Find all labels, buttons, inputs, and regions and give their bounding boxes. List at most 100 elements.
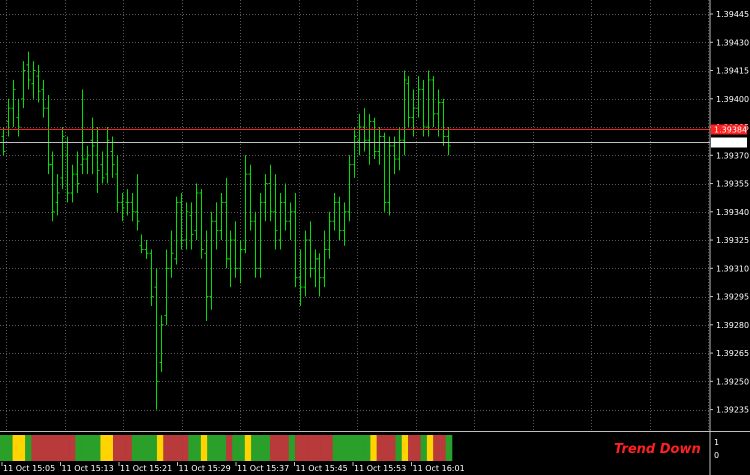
indicator-cell-red bbox=[433, 435, 440, 461]
indicator-cell-green bbox=[345, 435, 352, 461]
indicator-cell-green bbox=[263, 435, 271, 461]
price-tick-label: 1.39250 bbox=[716, 377, 749, 386]
indicator-cell-green bbox=[25, 435, 32, 461]
indicator-cell-red bbox=[301, 435, 308, 461]
time-tick-label: 11 Oct 15:21 bbox=[120, 464, 172, 473]
indicator-cell-green bbox=[332, 435, 340, 461]
time-tick-label: 11 Oct 16:01 bbox=[413, 464, 465, 473]
indicator-cell-green bbox=[219, 435, 227, 461]
indicator-cell-red bbox=[376, 435, 384, 461]
indicator-cell-red bbox=[169, 435, 177, 461]
indicator-cell-red bbox=[269, 435, 277, 461]
bid-price-tag: 1.39384 bbox=[711, 124, 747, 135]
bid-tag-label: 1.39384 bbox=[714, 126, 747, 135]
indicator-cell-green bbox=[238, 435, 246, 461]
indicator-cell-green bbox=[288, 435, 296, 461]
trend-status-label: Trend Down bbox=[614, 442, 701, 457]
ask-tag-label: 1.39377 bbox=[714, 139, 747, 148]
indicator-cell-red bbox=[295, 435, 302, 461]
price-tick-label: 1.39430 bbox=[716, 38, 749, 47]
indicator-cell-red bbox=[163, 435, 170, 461]
price-tick-label: 1.39325 bbox=[716, 236, 749, 245]
indicator-cell-red bbox=[175, 435, 183, 461]
indicator-cell-green bbox=[138, 435, 145, 461]
indicator-cell-red bbox=[69, 435, 76, 461]
indicator-cell-yellow bbox=[18, 435, 26, 461]
indicator-cell-red bbox=[182, 435, 189, 461]
indicator-cell-yellow bbox=[200, 435, 208, 461]
trend-indicator-strip bbox=[0, 435, 453, 461]
time-tick-label: 11 Oct 15:05 bbox=[3, 464, 55, 473]
indicator-cell-green bbox=[339, 435, 346, 461]
indicator-cell-yellow bbox=[401, 435, 409, 461]
indicator-cell-red bbox=[282, 435, 290, 461]
indicator-cell-green bbox=[94, 435, 101, 461]
indicator-cell-red bbox=[31, 435, 38, 461]
price-tick-label: 1.39400 bbox=[716, 95, 749, 104]
indicator-cell-green bbox=[6, 435, 13, 461]
price-tick-label: 1.39445 bbox=[716, 10, 749, 19]
indicator-cell-red bbox=[113, 435, 120, 461]
indicator-cell-green bbox=[213, 435, 221, 461]
indicator-cell-green bbox=[351, 435, 359, 461]
indicator-cell-yellow bbox=[12, 435, 20, 461]
indicator-cell-green bbox=[131, 435, 139, 461]
indicator-cell-red bbox=[62, 435, 70, 461]
time-tick-label: 11 Oct 15:29 bbox=[179, 464, 231, 473]
price-tick-label: 1.39295 bbox=[716, 293, 749, 302]
indicator-cell-green bbox=[0, 435, 7, 461]
price-tick-label: 1.39355 bbox=[716, 180, 749, 189]
indicator-cell-red bbox=[56, 435, 64, 461]
indicator-cell-yellow bbox=[106, 435, 114, 461]
price-tick-label: 1.39280 bbox=[716, 321, 749, 330]
indicator-cell-green bbox=[445, 435, 453, 461]
price-chart[interactable]: 1.394451.394301.394151.394001.393851.393… bbox=[0, 0, 750, 475]
time-tick-label: 11 Oct 15:45 bbox=[296, 464, 348, 473]
indicator-label-top: 1 bbox=[714, 438, 719, 447]
indicator-cell-green bbox=[207, 435, 214, 461]
indicator-cell-red bbox=[320, 435, 327, 461]
indicator-cell-green bbox=[150, 435, 158, 461]
price-tick-label: 1.39370 bbox=[716, 151, 749, 160]
indicator-cell-red bbox=[382, 435, 390, 461]
indicator-cell-red bbox=[389, 435, 396, 461]
ask-price-tag: 1.39377 bbox=[711, 137, 747, 148]
indicator-cell-red bbox=[119, 435, 126, 461]
price-tick-label: 1.39340 bbox=[716, 208, 749, 217]
indicator-cell-red bbox=[313, 435, 321, 461]
indicator-cell-green bbox=[251, 435, 258, 461]
indicator-cell-green bbox=[420, 435, 428, 461]
indicator-cell-yellow bbox=[100, 435, 108, 461]
indicator-cell-green bbox=[395, 435, 403, 461]
indicator-cell-green bbox=[257, 435, 264, 461]
indicator-cell-red bbox=[37, 435, 45, 461]
price-tick-label: 1.39310 bbox=[716, 264, 749, 273]
indicator-cell-green bbox=[194, 435, 202, 461]
indicator-cell-green bbox=[232, 435, 239, 461]
indicator-cell-red bbox=[326, 435, 334, 461]
price-tick-label: 1.39415 bbox=[716, 67, 749, 76]
time-tick-label: 11 Oct 15:13 bbox=[62, 464, 114, 473]
indicator-cell-green bbox=[75, 435, 82, 461]
indicator-cell-red bbox=[50, 435, 57, 461]
indicator-cell-green bbox=[364, 435, 371, 461]
indicator-cell-red bbox=[226, 435, 233, 461]
price-tick-label: 1.39235 bbox=[716, 406, 749, 415]
indicator-cell-red bbox=[43, 435, 51, 461]
price-axis: 1.394451.394301.394151.394001.393851.393… bbox=[710, 10, 749, 415]
indicator-cell-green bbox=[87, 435, 95, 461]
indicator-cell-yellow bbox=[370, 435, 377, 461]
indicator-cell-green bbox=[81, 435, 89, 461]
indicator-cell-yellow bbox=[244, 435, 252, 461]
time-tick-label: 11 Oct 15:37 bbox=[237, 464, 289, 473]
indicator-cell-yellow bbox=[426, 435, 434, 461]
indicator-cell-green bbox=[357, 435, 365, 461]
indicator-cell-red bbox=[307, 435, 315, 461]
indicator-cell-red bbox=[414, 435, 421, 461]
indicator-cell-red bbox=[125, 435, 133, 461]
price-tick-label: 1.39265 bbox=[716, 349, 749, 358]
indicator-cell-red bbox=[408, 435, 415, 461]
indicator-cell-yellow bbox=[156, 435, 164, 461]
indicator-cell-green bbox=[144, 435, 151, 461]
time-tick-label: 11 Oct 15:53 bbox=[354, 464, 406, 473]
